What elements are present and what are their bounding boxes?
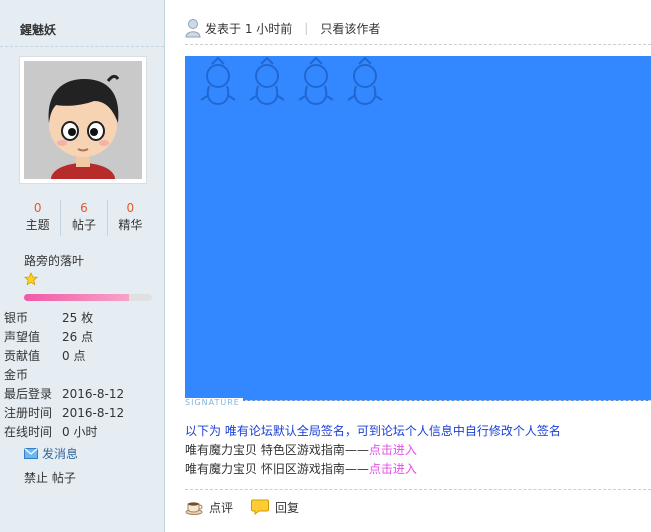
post-time: 发表于 1 小时前 [205, 21, 293, 36]
info-row: 最后登录 2016-8-12 [4, 385, 164, 404]
info-value: 0 点 [62, 349, 86, 363]
info-row: 贡献值 0 点 [4, 347, 164, 366]
reply-label[interactable]: 回复 [275, 499, 299, 516]
speech-bubble-icon [251, 499, 270, 515]
info-row: 在线时间 0 小时 [4, 423, 164, 442]
post-actions: 点评 回复 [185, 497, 317, 517]
send-message-link[interactable]: 发消息 [24, 445, 78, 462]
signature-line-3: 唯有魔力宝贝 怀旧区游戏指南——点击进入 [185, 460, 651, 479]
coffee-cup-icon [185, 502, 203, 515]
avatar[interactable] [19, 56, 147, 184]
only-author-link[interactable]: 只看该作者 [320, 20, 380, 37]
author-sidebar: 鍟魅妖 0 主题 6 帖子 0 精华 路旁的落叶 银币 25 枚 声望值 26 … [0, 0, 165, 532]
author-stats: 0 主题 6 帖子 0 精华 [15, 200, 153, 236]
stat-threads-label: 主题 [25, 218, 50, 232]
stat-digest-label: 精华 [118, 218, 143, 232]
signature-divider [185, 400, 651, 401]
post-image-graphic [200, 56, 383, 106]
envelope-icon [24, 448, 38, 459]
signature: 以下为 唯有论坛默认全局签名，可到论坛个人信息中自行修改个人签名 唯有魔力宝贝 … [185, 422, 651, 479]
info-key: 声望值 [4, 330, 41, 344]
info-value: 25 枚 [62, 311, 94, 325]
stat-posts[interactable]: 6 帖子 [60, 200, 106, 236]
stat-posts-count[interactable]: 6 [80, 200, 88, 216]
stat-threads[interactable]: 0 主题 [15, 200, 60, 236]
divider [185, 489, 651, 490]
header-separator: | [304, 21, 309, 35]
info-value: 2016-8-12 [62, 406, 125, 420]
info-row: 银币 25 枚 [4, 309, 164, 328]
author-info: 银币 25 枚 声望值 26 点 贡献值 0 点 金币 最后登录 2016-8-… [4, 309, 164, 442]
post-image[interactable] [185, 56, 651, 401]
rate-button[interactable]: 点评 [185, 499, 233, 516]
ban-post-link[interactable]: 禁止 帖子 [24, 469, 76, 486]
stat-digest-count[interactable]: 0 [127, 200, 135, 216]
avatar-cartoon-image [24, 61, 142, 179]
info-key: 金币 [4, 368, 29, 382]
user-icon [185, 19, 201, 38]
send-message-label[interactable]: 发消息 [42, 445, 78, 462]
info-value: 0 小时 [62, 425, 98, 439]
divider [185, 44, 651, 45]
info-key: 在线时间 [4, 425, 53, 439]
info-key: 贡献值 [4, 349, 41, 363]
reply-button[interactable]: 回复 [251, 499, 299, 516]
signature-line-3-text: 唯有魔力宝贝 怀旧区游戏指南—— [185, 462, 369, 476]
signature-line-2: 唯有魔力宝贝 特色区游戏指南——点击进入 [185, 441, 651, 460]
signature-line-2-text: 唯有魔力宝贝 特色区游戏指南—— [185, 443, 369, 457]
info-value: 2016-8-12 [62, 387, 125, 401]
stat-posts-label: 帖子 [71, 218, 96, 232]
info-key: 银币 [4, 311, 29, 325]
post-main: 发表于 1 小时前 | 只看该作者 SIGNATURE 以下为 唯有论坛默认全局… [165, 0, 651, 532]
info-row: 声望值 26 点 [4, 328, 164, 347]
info-row: 注册时间 2016-8-12 [4, 404, 164, 423]
rank-progress-fill [24, 294, 129, 301]
info-value: 26 点 [62, 330, 94, 344]
signature-link-1[interactable]: 点击进入 [369, 443, 417, 457]
author-name[interactable]: 鍟魅妖 [20, 21, 56, 38]
signature-label: SIGNATURE [185, 398, 243, 407]
post-header: 发表于 1 小时前 | 只看该作者 [185, 16, 380, 40]
rank-title[interactable]: 路旁的落叶 [24, 252, 84, 269]
signature-link-2[interactable]: 点击进入 [369, 462, 417, 476]
rank-progress-bar [24, 294, 152, 301]
rate-label[interactable]: 点评 [209, 499, 233, 516]
star-icon [24, 272, 38, 286]
info-key: 最后登录 [4, 387, 53, 401]
divider [0, 46, 164, 47]
signature-line-1: 以下为 唯有论坛默认全局签名，可到论坛个人信息中自行修改个人签名 [185, 424, 561, 438]
info-key: 注册时间 [4, 406, 53, 420]
stat-digest[interactable]: 0 精华 [106, 200, 153, 236]
stat-threads-count[interactable]: 0 [34, 200, 42, 216]
info-row: 金币 [4, 366, 164, 385]
